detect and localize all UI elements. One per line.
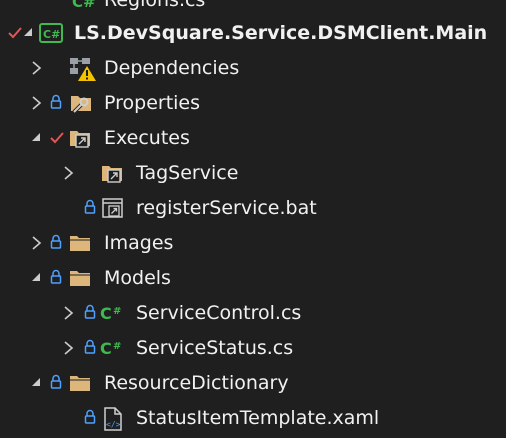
- lock-icon: [50, 374, 62, 390]
- lock-icon: [50, 94, 62, 110]
- tree-row-executes[interactable]: Executes: [0, 120, 506, 155]
- svg-text:</>: </>: [106, 420, 121, 429]
- lock-icon: [84, 339, 96, 355]
- tree-item-label: Images: [104, 231, 174, 254]
- tree-row-models[interactable]: Models: [0, 260, 506, 295]
- tree-row-images[interactable]: Images: [0, 225, 506, 260]
- svg-text:C: C: [100, 304, 112, 323]
- tree-row-servicestatus[interactable]: C # ServiceStatus.cs: [0, 330, 506, 365]
- collapse-arrow-icon[interactable]: [22, 24, 36, 42]
- svg-text:C: C: [100, 339, 112, 358]
- tree-item-label: Dependencies: [104, 56, 240, 79]
- folder-icon: [68, 371, 92, 395]
- csharp-project-icon: C#: [38, 21, 63, 45]
- expand-arrow-icon[interactable]: [62, 339, 76, 357]
- expand-arrow-icon[interactable]: [30, 234, 44, 252]
- tree-item-label: Properties: [104, 91, 201, 114]
- csharp-file-icon: C#: [100, 301, 124, 325]
- tree-row-statusitemtemplate[interactable]: </> StatusItemTemplate.xaml: [0, 400, 506, 435]
- tree-item-label: StatusItemTemplate.xaml: [136, 406, 380, 429]
- batch-file-icon: [100, 196, 124, 220]
- svg-text:#: #: [113, 341, 121, 352]
- lock-icon: [50, 269, 62, 285]
- tree-item-label: TagService: [136, 161, 239, 184]
- lock-icon: [84, 409, 96, 425]
- collapse-arrow-icon[interactable]: [30, 269, 44, 287]
- dependencies-warning-icon: [68, 56, 96, 81]
- tree-row-registerservice[interactable]: registerService.bat: [0, 190, 506, 225]
- tree-item-label: registerService.bat: [136, 196, 317, 219]
- properties-folder-icon: [68, 91, 92, 115]
- expand-arrow-icon[interactable]: [62, 304, 76, 322]
- lock-icon: [84, 304, 96, 320]
- lock-icon: [50, 234, 62, 250]
- expand-arrow-icon[interactable]: [30, 94, 44, 112]
- xaml-file-icon: </>: [100, 406, 124, 431]
- checkmark-icon: [50, 131, 64, 145]
- tree-row-dependencies[interactable]: Dependencies: [0, 50, 506, 85]
- collapse-arrow-icon[interactable]: [30, 129, 44, 147]
- svg-text:C#: C#: [72, 0, 96, 11]
- shortcut-folder-icon: [100, 161, 124, 185]
- folder-icon: [68, 231, 92, 255]
- checkmark-icon: [8, 26, 22, 40]
- csharp-file-icon: C#: [100, 336, 124, 360]
- tree-row-properties[interactable]: Properties: [0, 85, 506, 120]
- project-name: LS.DevSquare.Service.DSMClient.Main: [74, 21, 488, 44]
- collapse-arrow-icon[interactable]: [30, 374, 44, 392]
- tree-item-label: Regions.cs: [104, 0, 205, 11]
- tree-item-label: Executes: [104, 126, 190, 149]
- lock-icon: [84, 199, 96, 215]
- tree-item-label: ServiceControl.cs: [136, 301, 302, 324]
- expand-arrow-icon[interactable]: [62, 164, 76, 182]
- solution-explorer-tree: C# Regions.cs C# LS.DevSquare.Service.DS…: [0, 0, 506, 438]
- tree-item-label: Models: [104, 266, 171, 289]
- tree-item-label: ResourceDictionary: [104, 371, 289, 394]
- tree-row-tagservice[interactable]: TagService: [0, 155, 506, 190]
- tree-row-project[interactable]: C# LS.DevSquare.Service.DSMClient.Main: [0, 15, 506, 50]
- folder-icon: [68, 266, 92, 290]
- shortcut-folder-icon: [68, 126, 92, 150]
- csharp-file-icon: C#: [72, 0, 96, 12]
- svg-text:C#: C#: [43, 28, 60, 41]
- expand-arrow-icon[interactable]: [30, 59, 44, 77]
- tree-row-resourcedictionary[interactable]: ResourceDictionary: [0, 365, 506, 400]
- tree-item-label: ServiceStatus.cs: [136, 336, 294, 359]
- svg-text:#: #: [113, 306, 121, 317]
- tree-row-servicecontrol[interactable]: C # ServiceControl.cs: [0, 295, 506, 330]
